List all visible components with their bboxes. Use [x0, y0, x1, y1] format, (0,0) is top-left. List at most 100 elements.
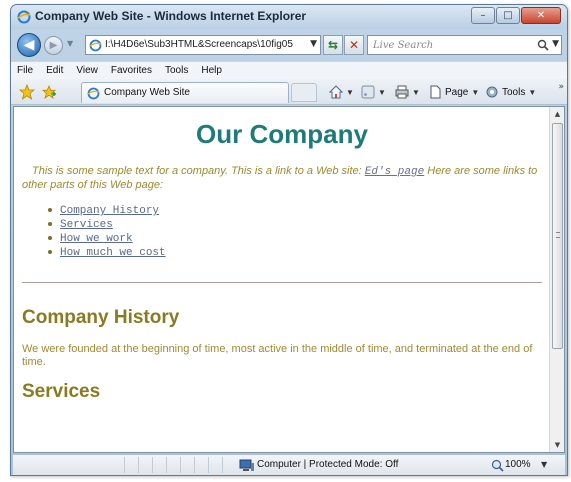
- zoom-dropdown-icon[interactable]: ▼: [541, 460, 547, 469]
- page-menu-button[interactable]: Page ▼: [428, 85, 479, 99]
- link-how-much-we-cost[interactable]: How much we cost: [60, 247, 166, 259]
- page-content: Our Company This is some sample text for…: [14, 107, 550, 452]
- menu-tools[interactable]: Tools: [165, 65, 188, 76]
- status-segment: [169, 457, 181, 473]
- tools-gear-icon: [486, 86, 498, 98]
- menu-help[interactable]: Help: [201, 65, 222, 76]
- bullet-icon: [48, 222, 52, 227]
- vertical-scrollbar[interactable]: ▲ ▼: [549, 107, 564, 452]
- search-icon[interactable]: [537, 39, 549, 51]
- zoom-level[interactable]: 100%: [505, 459, 531, 470]
- section-links-list: Company History Services How we work How…: [48, 204, 542, 260]
- link-services[interactable]: Services: [60, 219, 113, 231]
- page-title: Our Company: [196, 119, 368, 149]
- status-segment: [127, 457, 139, 473]
- page-viewport: Our Company This is some sample text for…: [13, 106, 565, 453]
- recent-pages-dropdown-icon[interactable]: ▼: [67, 39, 73, 48]
- home-icon: [329, 85, 343, 99]
- window-controls: – □ ✕: [470, 7, 561, 24]
- window-title: Company Web Site - Windows Internet Expl…: [35, 9, 307, 23]
- tab-company-web-site[interactable]: Company Web Site: [81, 82, 289, 103]
- navigation-bar: ◀ ▶ ▼ I:\H4D6e\Sub3HTML&Screencaps\10fig…: [11, 31, 567, 59]
- scroll-up-arrow-icon[interactable]: ▲: [550, 107, 564, 121]
- ie-logo-icon: [17, 10, 31, 24]
- minimize-icon: –: [480, 10, 486, 21]
- close-icon: ✕: [536, 10, 546, 21]
- link-company-history[interactable]: Company History: [60, 205, 159, 217]
- feeds-button[interactable]: ▼: [361, 85, 386, 99]
- address-dropdown-icon[interactable]: ▼: [310, 39, 317, 49]
- stop-button[interactable]: ✕: [344, 35, 364, 55]
- computer-zone-icon: [239, 459, 254, 471]
- tab-toolbar: Company Web Site ▼ ▼ ▼ Page ▼ Tools ▼ »: [11, 79, 567, 105]
- menu-edit[interactable]: Edit: [46, 65, 63, 76]
- title-bar: Company Web Site - Windows Internet Expl…: [11, 5, 567, 29]
- menu-view[interactable]: View: [76, 65, 98, 76]
- link-how-we-work[interactable]: How we work: [60, 233, 133, 245]
- home-dropdown-icon[interactable]: ▼: [346, 88, 354, 97]
- services-heading: Services: [22, 381, 101, 402]
- browser-window: Company Web Site - Windows Internet Expl…: [10, 4, 568, 476]
- menu-favorites[interactable]: Favorites: [111, 65, 152, 76]
- list-item: Company History: [48, 204, 542, 218]
- status-segment: [183, 457, 195, 473]
- status-bar: Computer | Protected Mode: Off 100% ▼: [13, 454, 565, 475]
- maximize-button[interactable]: □: [496, 7, 520, 24]
- new-tab-button[interactable]: [291, 83, 317, 102]
- company-history-text: We were founded at the beginning of time…: [22, 343, 533, 368]
- page-icon: [430, 85, 441, 99]
- zoom-icon[interactable]: [491, 459, 504, 472]
- status-segment: [197, 457, 209, 473]
- bullet-icon: [48, 208, 52, 213]
- page-menu-label: Page: [445, 86, 469, 98]
- home-button[interactable]: ▼: [329, 85, 354, 99]
- page-dropdown-icon: ▼: [471, 87, 480, 97]
- search-input[interactable]: [368, 36, 528, 54]
- security-zone-status[interactable]: Computer | Protected Mode: Off: [257, 459, 398, 470]
- back-button[interactable]: ◀: [17, 33, 41, 57]
- status-segment: [211, 457, 223, 473]
- refresh-icon: ⇆: [327, 38, 339, 52]
- company-history-heading: Company History: [22, 307, 180, 328]
- favorites-star-icon[interactable]: [19, 84, 35, 100]
- address-bar[interactable]: I:\H4D6e\Sub3HTML&Screencaps\10fig05 ▼: [85, 35, 321, 55]
- list-item: How much we cost: [48, 246, 542, 260]
- tools-menu-button[interactable]: Tools ▼: [485, 85, 536, 99]
- tools-dropdown-icon: ▼: [528, 87, 537, 97]
- horizontal-rule: [22, 282, 542, 283]
- back-arrow-icon: ◀: [23, 37, 35, 53]
- eds-page-link[interactable]: Ed's page: [365, 166, 424, 178]
- forward-button[interactable]: ▶: [44, 36, 63, 55]
- search-box[interactable]: ▼: [367, 35, 562, 55]
- print-dropdown-icon[interactable]: ▼: [412, 88, 420, 97]
- feeds-dropdown-icon[interactable]: ▼: [378, 88, 386, 97]
- search-provider-dropdown-icon[interactable]: ▼: [552, 39, 559, 49]
- menu-file[interactable]: File: [17, 65, 33, 76]
- bullet-icon: [48, 236, 52, 241]
- list-item: How we work: [48, 232, 542, 246]
- scroll-down-arrow-icon[interactable]: ▼: [550, 438, 564, 452]
- print-button[interactable]: ▼: [395, 85, 420, 99]
- forward-arrow-icon: ▶: [49, 40, 58, 51]
- page-favicon-icon: [89, 39, 102, 52]
- thumb-grip-icon: [556, 232, 560, 238]
- intro-paragraph: This is some sample text for a company. …: [22, 165, 542, 192]
- intro-text-before: This is some sample text for a company. …: [32, 165, 365, 177]
- status-segment: [141, 457, 153, 473]
- feeds-icon: [361, 85, 375, 99]
- menu-bar: File Edit View Favorites Tools Help: [11, 61, 567, 79]
- add-to-favorites-icon[interactable]: [41, 84, 57, 100]
- minimize-button[interactable]: –: [471, 7, 495, 24]
- refresh-button[interactable]: ⇆: [323, 35, 343, 55]
- tab-label: Company Web Site: [104, 87, 190, 98]
- toolbar-overflow-chevron-icon[interactable]: »: [558, 82, 564, 92]
- address-url[interactable]: I:\H4D6e\Sub3HTML&Screencaps\10fig05: [105, 39, 293, 50]
- tab-favicon-icon: [87, 87, 100, 100]
- tools-menu-label: Tools: [502, 86, 526, 98]
- list-item: Services: [48, 218, 542, 232]
- print-icon: [395, 85, 409, 99]
- close-button[interactable]: ✕: [521, 7, 561, 24]
- status-segment: [113, 457, 125, 473]
- scrollbar-thumb[interactable]: [552, 123, 563, 349]
- bullet-icon: [48, 250, 52, 255]
